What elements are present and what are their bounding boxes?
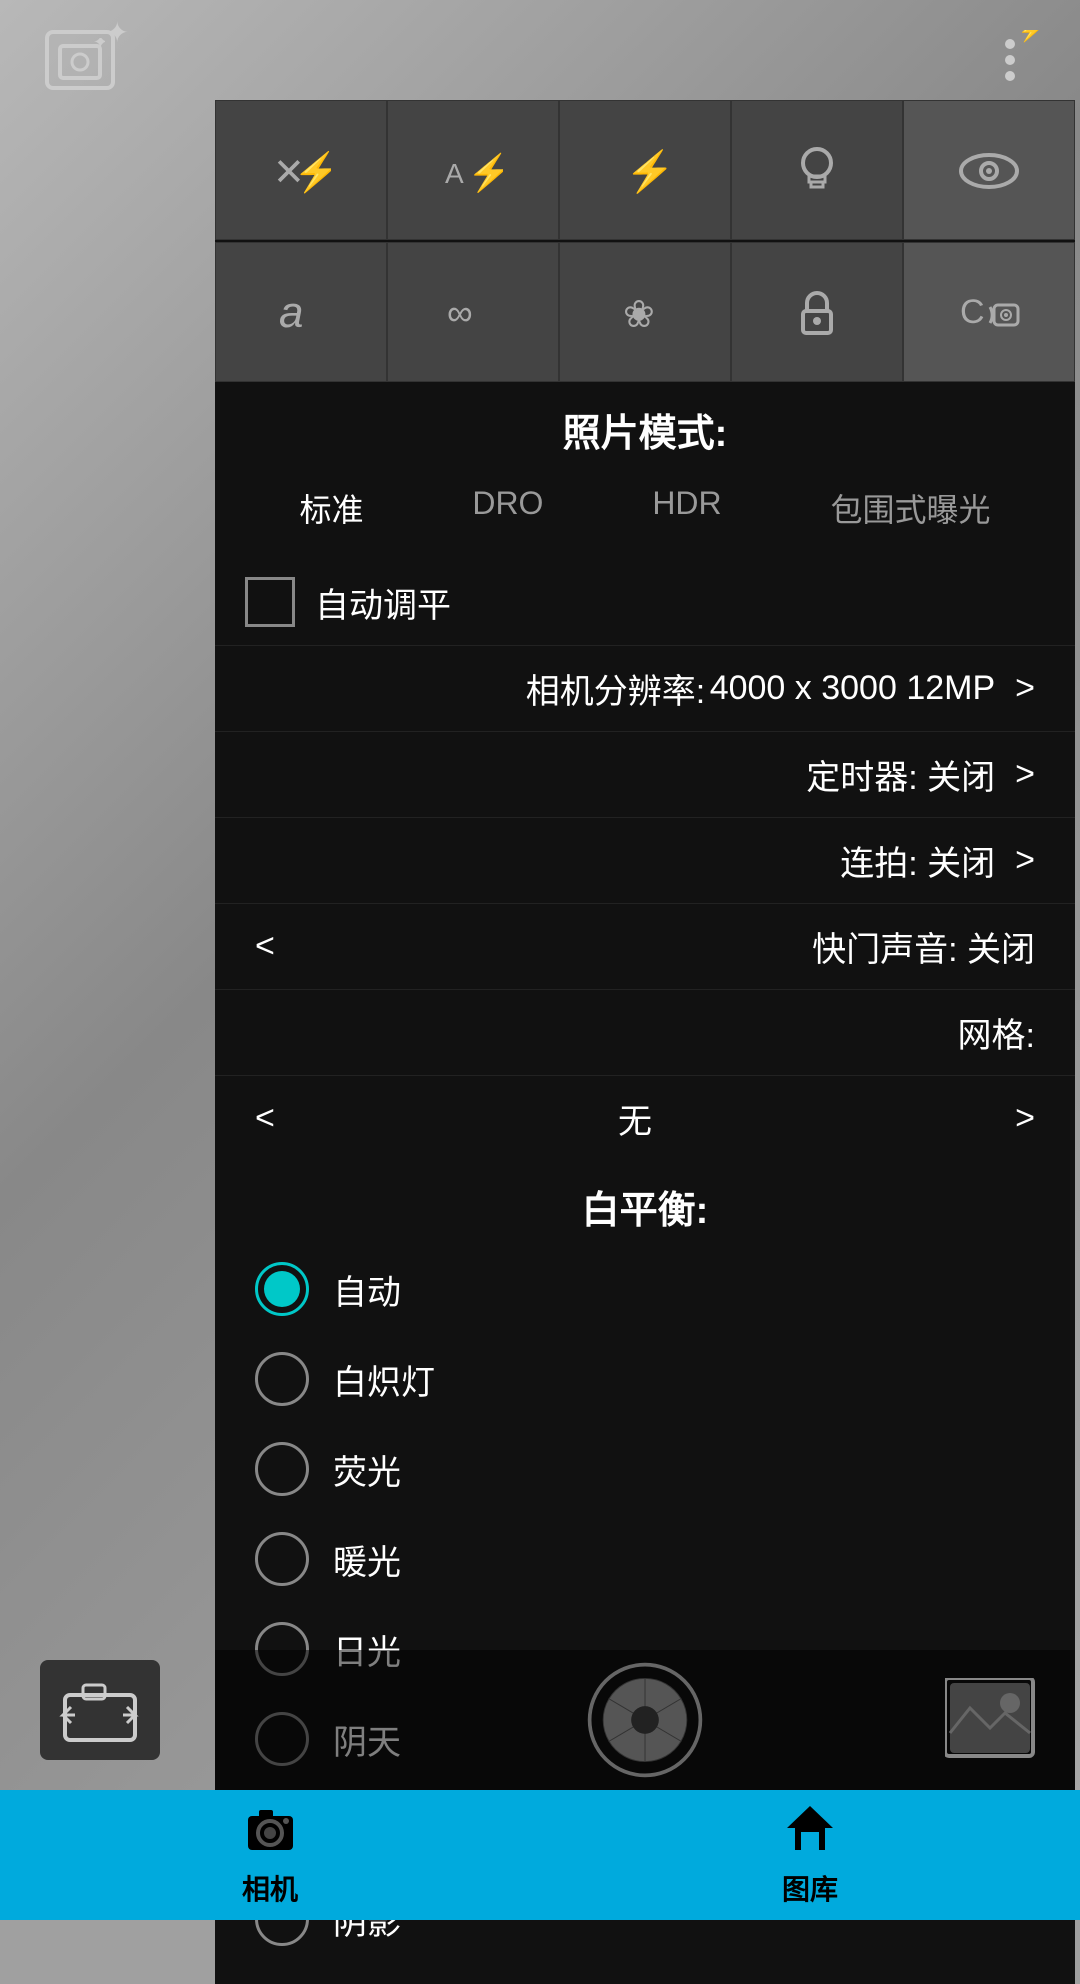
bottom-nav: 相机 图库 xyxy=(0,1790,1080,1920)
shutter-button[interactable] xyxy=(585,1660,705,1780)
svg-text:∞: ∞ xyxy=(447,292,473,333)
resolution-row: 相机分辨率: 4000 x 3000 12MP > xyxy=(215,645,1075,731)
burst-arrow[interactable]: > xyxy=(1015,841,1035,880)
mode-dro[interactable]: DRO xyxy=(452,477,563,539)
photo-mode-options: 标准 DRO HDR 包围式曝光 xyxy=(215,467,1075,559)
flash-off-button[interactable]: ✕ ⚡ xyxy=(215,100,387,240)
flash-on-button[interactable]: ⚡ xyxy=(559,100,731,240)
shutter-area xyxy=(215,1650,1075,1790)
more-options-button[interactable]: ⚡ xyxy=(980,30,1040,90)
grid-title: 网格: xyxy=(958,1008,1035,1057)
grid-right-arrow[interactable]: > xyxy=(1015,1099,1035,1138)
add-photo-button[interactable]: ✦ xyxy=(40,20,120,100)
nav-camera[interactable]: 相机 xyxy=(0,1790,540,1920)
focus-a-button[interactable]: a xyxy=(215,242,387,382)
flash-bulb-button[interactable] xyxy=(731,100,903,240)
auto-level-label: 自动调平 xyxy=(315,578,451,627)
focus-continuous-button[interactable]: C xyxy=(903,242,1075,382)
flash-mode-row: ✕ ⚡ A ⚡ ⚡ xyxy=(215,100,1075,240)
burst-label: 连拍: 关闭 xyxy=(840,836,995,885)
auto-level-row: 自动调平 xyxy=(215,559,1075,645)
svg-text:❀: ❀ xyxy=(623,294,655,336)
focus-lock-button[interactable] xyxy=(731,242,903,382)
svg-text:⚡: ⚡ xyxy=(1018,30,1040,43)
auto-level-checkbox[interactable] xyxy=(245,577,295,627)
wb-fluorescent-radio[interactable] xyxy=(255,1442,309,1496)
resolution-arrow[interactable]: > xyxy=(1015,669,1035,708)
burst-row: 连拍: 关闭 > xyxy=(215,817,1075,903)
grid-value: 无 xyxy=(275,1094,995,1143)
timer-arrow[interactable]: > xyxy=(1015,755,1035,794)
timer-label: 定时器: 关闭 xyxy=(806,750,995,799)
nav-gallery[interactable]: 图库 xyxy=(540,1790,1080,1920)
wb-warm-row: 暖光 xyxy=(215,1514,1075,1604)
wb-warm-label: 暖光 xyxy=(333,1535,401,1584)
grid-value-row: < 无 > xyxy=(215,1075,1075,1161)
photo-mode-title: 照片模式: xyxy=(215,382,1075,467)
gallery-thumbnail[interactable] xyxy=(945,1678,1035,1763)
focus-macro-button[interactable]: ❀ xyxy=(559,242,731,382)
mode-standard[interactable]: 标准 xyxy=(279,477,383,539)
svg-text:⚡: ⚡ xyxy=(625,148,675,195)
camera-nav-icon xyxy=(243,1802,298,1864)
resolution-value: 4000 x 3000 12MP xyxy=(710,669,995,708)
grid-title-row: 网格: xyxy=(215,989,1075,1075)
wb-fluorescent-row: 荧光 xyxy=(215,1424,1075,1514)
svg-text:⚡: ⚡ xyxy=(293,150,331,195)
top-bar: ✦ ⚡ xyxy=(0,0,1080,120)
svg-text:⚡: ⚡ xyxy=(467,152,503,194)
wb-auto-row: 自动 xyxy=(215,1244,1075,1334)
svg-text:C: C xyxy=(960,293,985,331)
shutter-row: < 快门声音: 关闭 xyxy=(215,903,1075,989)
svg-text:✦: ✦ xyxy=(93,38,105,52)
wb-fluorescent-label: 荧光 xyxy=(333,1445,401,1494)
focus-infinity-button[interactable]: ∞ xyxy=(387,242,559,382)
svg-text:A: A xyxy=(445,158,464,189)
wb-incandescent-label: 白炽灯 xyxy=(333,1355,435,1404)
shutter-label: 快门声音: 关闭 xyxy=(812,922,1035,971)
mode-bracket[interactable]: 包围式曝光 xyxy=(811,477,1011,539)
add-photo-icon: ✦ xyxy=(45,30,115,90)
wb-incandescent-radio[interactable] xyxy=(255,1352,309,1406)
flash-auto-button[interactable]: A ⚡ xyxy=(387,100,559,240)
timer-row: 定时器: 关闭 > xyxy=(215,731,1075,817)
wb-title: 白平衡: xyxy=(215,1161,1075,1244)
wb-auto-label: 自动 xyxy=(333,1265,401,1314)
gallery-nav-icon xyxy=(783,1802,838,1864)
flip-camera-button[interactable] xyxy=(40,1660,160,1760)
mode-hdr[interactable]: HDR xyxy=(632,477,741,539)
nav-camera-label: 相机 xyxy=(242,1868,298,1908)
svg-text:a: a xyxy=(279,288,303,337)
flash-eye-button[interactable] xyxy=(903,100,1075,240)
focus-mode-row: a ∞ ❀ C xyxy=(215,242,1075,382)
nav-gallery-label: 图库 xyxy=(782,1868,838,1908)
wb-warm-radio[interactable] xyxy=(255,1532,309,1586)
wb-incandescent-row: 白炽灯 xyxy=(215,1334,1075,1424)
grid-left-arrow[interactable]: < xyxy=(255,1099,275,1138)
resolution-title: 相机分辨率: xyxy=(526,664,705,713)
shutter-left-arrow[interactable]: < xyxy=(255,927,275,966)
wb-auto-radio[interactable] xyxy=(255,1262,309,1316)
